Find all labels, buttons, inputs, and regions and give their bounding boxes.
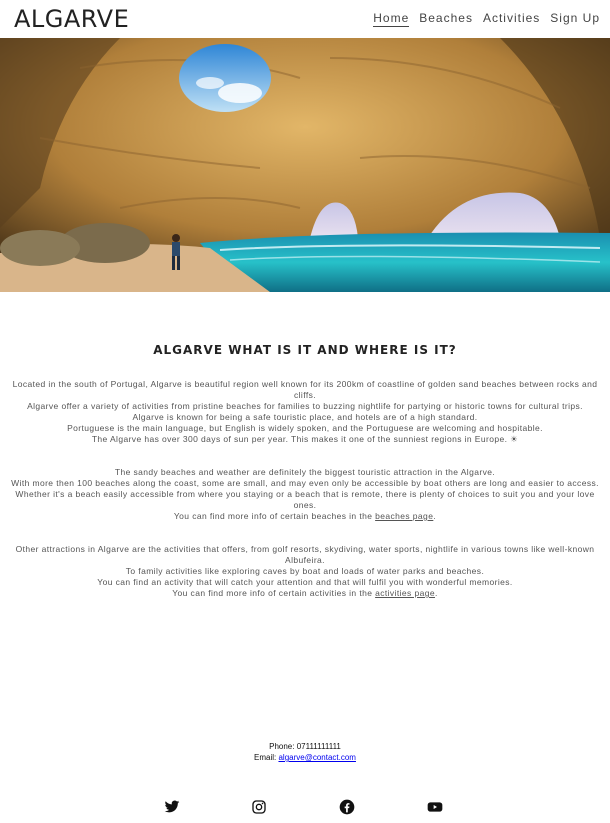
page-title: ALGARVE WHAT IS IT AND WHERE IS IT? xyxy=(153,343,457,357)
intro-line: Algarve is known for being a safe touris… xyxy=(132,412,478,422)
activities-link-line: You can find more info of certain activi… xyxy=(0,588,610,599)
activities-line: You can find an activity that will catch… xyxy=(97,577,513,587)
hero-image xyxy=(0,38,610,292)
intro-line: Located in the south of Portugal, Algarv… xyxy=(12,379,598,400)
nav-activities-link[interactable]: Activities xyxy=(483,11,540,27)
email-label: Email: xyxy=(254,753,279,762)
intro-line: The Algarve has over 300 days of sun per… xyxy=(91,434,519,444)
beaches-line: Whether it's a beach easily accessible f… xyxy=(15,489,595,510)
activities-link-prefix: You can find more info of certain activi… xyxy=(172,588,376,598)
activities-line: Other attractions in Algarve are the act… xyxy=(15,544,595,565)
activities-link-suffix: . xyxy=(434,588,438,598)
site-logo[interactable]: ALGARVE xyxy=(14,4,129,34)
beaches-link-suffix: . xyxy=(433,511,437,521)
beaches-link-prefix: You can find more info of certain beache… xyxy=(173,511,376,521)
intro-paragraph: Located in the south of Portugal, Algarv… xyxy=(0,379,610,445)
site-header: ALGARVE Home Beaches Activities Sign Up xyxy=(0,0,610,39)
activities-paragraph: Other attractions in Algarve are the act… xyxy=(0,544,610,599)
beaches-page-link[interactable]: beaches page xyxy=(375,511,433,521)
facebook-icon[interactable] xyxy=(339,799,355,815)
email-link[interactable]: algarve@contact.com xyxy=(278,753,356,762)
beaches-link-line: You can find more info of certain beache… xyxy=(0,511,610,522)
contact-info: Phone: 07111111111 Email: algarve@contac… xyxy=(0,741,610,763)
main-nav: Home Beaches Activities Sign Up xyxy=(373,11,600,27)
youtube-icon[interactable] xyxy=(427,799,443,815)
instagram-icon[interactable] xyxy=(251,799,267,815)
cave-beach-photo xyxy=(0,38,610,292)
activities-line: To family activities like exploring cave… xyxy=(125,566,485,576)
nav-home-link[interactable]: Home xyxy=(373,11,410,27)
email-line: Email: algarve@contact.com xyxy=(0,752,610,763)
activities-page-link[interactable]: activities page xyxy=(375,588,435,598)
beaches-paragraph: The sandy beaches and weather are defini… xyxy=(0,467,610,522)
intro-line: Algarve offer a variety of activities fr… xyxy=(27,401,583,411)
nav-beaches-link[interactable]: Beaches xyxy=(419,11,473,27)
twitter-icon[interactable] xyxy=(164,799,180,815)
beaches-line: With more then 100 beaches along the coa… xyxy=(11,478,599,488)
beaches-line: The sandy beaches and weather are defini… xyxy=(114,467,496,477)
nav-signup-link[interactable]: Sign Up xyxy=(550,11,600,27)
intro-line: Portuguese is the main language, but Eng… xyxy=(67,423,543,433)
phone-number: Phone: 07111111111 xyxy=(269,742,341,751)
